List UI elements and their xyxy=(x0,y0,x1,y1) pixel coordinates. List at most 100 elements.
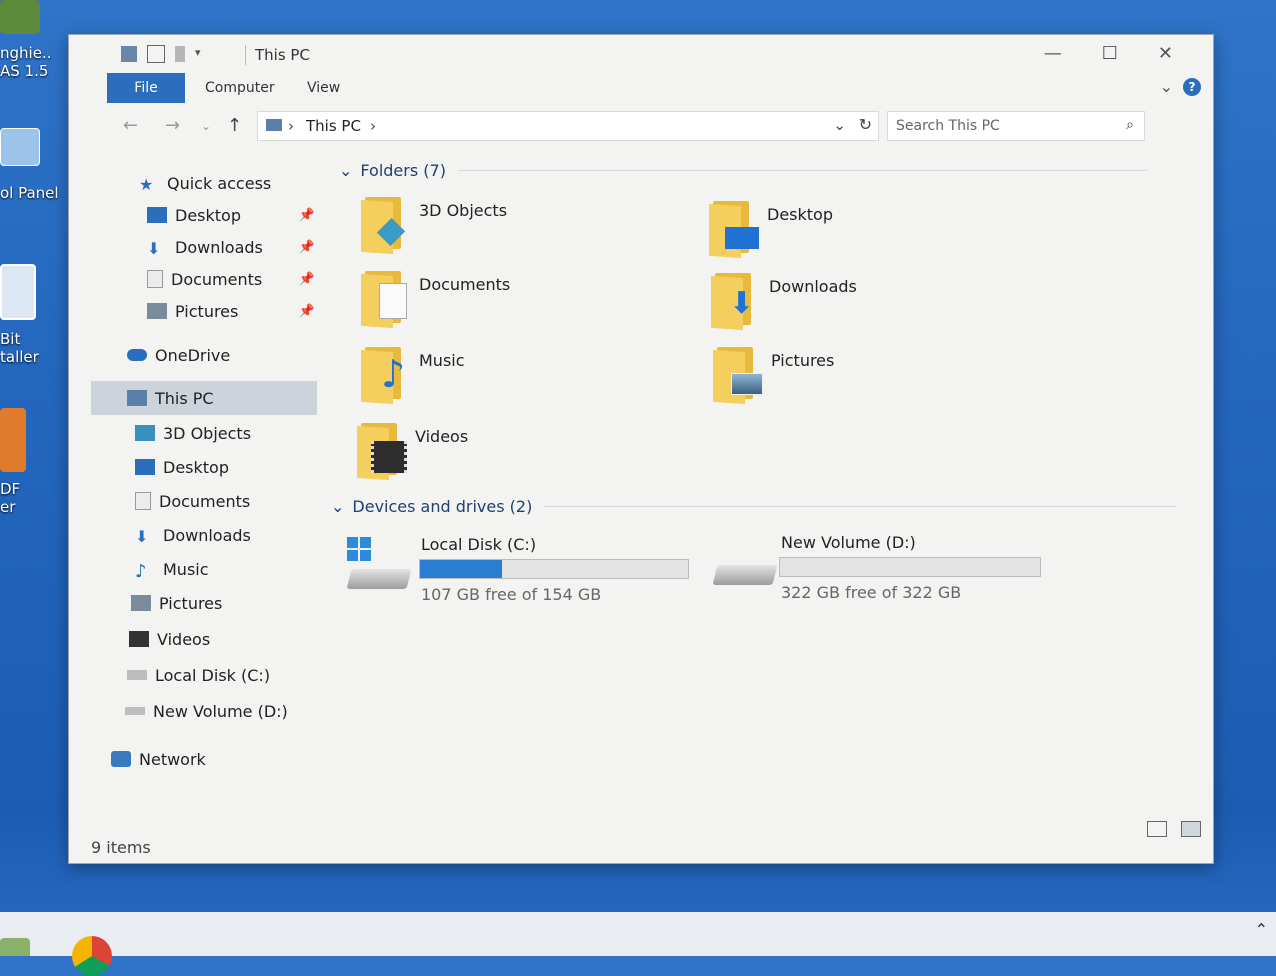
status-item-count: 9 items xyxy=(91,838,151,857)
pdf-app-icon[interactable] xyxy=(0,408,26,472)
nav-quick-documents[interactable]: Documents 📌 xyxy=(147,265,317,293)
folder-tile[interactable]: Videos xyxy=(357,421,468,481)
view-toggle xyxy=(1147,821,1201,837)
chevron-down-icon[interactable]: ⌄ xyxy=(339,161,352,180)
nav-this-pc[interactable]: This PC xyxy=(91,381,317,415)
properties-icon[interactable] xyxy=(147,45,165,63)
desktop-app-icon[interactable] xyxy=(0,0,40,34)
chevron-down-icon[interactable]: ⌄ xyxy=(833,116,846,134)
start-app-icon[interactable] xyxy=(0,938,30,956)
content-pane: ⌄ Folders (7) 3D Objects Desktop Documen… xyxy=(327,151,1213,827)
hard-drive-icon xyxy=(346,569,412,589)
ribbon: File Computer View ⌄ ? xyxy=(107,73,1213,103)
chevron-right-icon[interactable]: › xyxy=(288,117,294,135)
divider xyxy=(544,506,1177,507)
folder-tile[interactable]: Desktop xyxy=(709,199,833,259)
nav-pc-pictures[interactable]: Pictures xyxy=(131,589,222,617)
refresh-icon[interactable]: ↻ xyxy=(859,115,872,134)
folder-3d-objects-icon xyxy=(361,195,409,255)
cloud-icon xyxy=(127,349,147,361)
title-separator xyxy=(245,45,246,65)
chevron-down-icon[interactable]: ⌄ xyxy=(331,497,344,516)
nav-pc-3d-objects[interactable]: 3D Objects xyxy=(135,419,251,447)
drive-usage-bar xyxy=(419,559,689,579)
document-icon xyxy=(135,492,151,510)
quick-access-toolbar: ▾ xyxy=(121,45,207,63)
nav-quick-access[interactable]: ★ Quick access xyxy=(139,169,271,197)
desktop-icon xyxy=(147,207,167,223)
search-input[interactable]: Search This PC ⌕ xyxy=(887,111,1145,141)
tab-view[interactable]: View xyxy=(307,73,340,103)
drive-icon xyxy=(127,670,147,680)
nav-pc-documents[interactable]: Documents xyxy=(135,487,250,515)
drive-tile[interactable]: New Volume (D:) 322 GB free of 322 GB xyxy=(707,527,1087,607)
large-icons-view-icon[interactable] xyxy=(1181,821,1201,837)
address-bar[interactable]: › This PC › ⌄ ↻ xyxy=(257,111,879,141)
chevron-right-icon[interactable]: › xyxy=(370,117,376,135)
drive-tile[interactable]: Local Disk (C:) 107 GB free of 154 GB xyxy=(341,529,701,609)
desktop-icon-label[interactable]: ol Panel xyxy=(0,184,59,202)
customize-dropdown-icon[interactable]: ▾ xyxy=(195,46,207,62)
folder-tile[interactable]: Documents xyxy=(361,269,510,329)
folder-tile[interactable]: ⬇ Downloads xyxy=(711,271,857,331)
up-arrow-icon[interactable]: ↑ xyxy=(227,115,242,136)
nav-quick-desktop[interactable]: Desktop 📌 xyxy=(147,201,317,229)
folder-music-icon: ♪ xyxy=(361,345,409,405)
this-pc-icon xyxy=(121,46,137,62)
close-icon[interactable]: ✕ xyxy=(1158,43,1173,64)
drive-name: New Volume (D:) xyxy=(781,533,916,552)
new-folder-icon[interactable] xyxy=(175,46,185,62)
breadcrumb[interactable]: This PC xyxy=(306,117,361,135)
nav-quick-pictures[interactable]: Pictures 📌 xyxy=(147,297,317,325)
drive-icon xyxy=(125,707,145,715)
nav-pc-new-volume[interactable]: New Volume (D:) xyxy=(125,697,288,725)
maximize-icon[interactable]: ☐ xyxy=(1102,43,1118,64)
folder-downloads-icon: ⬇ xyxy=(711,271,759,331)
windows-logo-icon xyxy=(347,537,371,561)
minimize-icon[interactable]: — xyxy=(1044,43,1062,64)
pin-icon[interactable]: 📌 xyxy=(299,304,315,319)
pin-icon[interactable]: 📌 xyxy=(299,272,315,287)
folder-videos-icon xyxy=(357,421,407,481)
this-pc-icon xyxy=(127,390,147,406)
recent-locations-icon[interactable]: ⌄ xyxy=(201,119,211,133)
nav-pc-videos[interactable]: Videos xyxy=(129,625,210,653)
tab-computer[interactable]: Computer xyxy=(205,73,275,103)
back-arrow-icon[interactable]: ← xyxy=(123,115,138,136)
forward-arrow-icon[interactable]: → xyxy=(165,115,180,136)
expand-ribbon-icon[interactable]: ⌄ xyxy=(1160,77,1173,96)
cube-icon xyxy=(135,425,155,441)
pin-icon[interactable]: 📌 xyxy=(299,240,315,255)
nav-pc-local-disk[interactable]: Local Disk (C:) xyxy=(127,661,270,689)
search-icon[interactable]: ⌕ xyxy=(1126,117,1134,133)
file-explorer-window: ▾ This PC — ☐ ✕ File Computer View ⌄ ? ←… xyxy=(68,34,1214,864)
window-title: This PC xyxy=(255,46,310,64)
star-icon: ★ xyxy=(139,175,154,194)
window-controls: — ☐ ✕ xyxy=(1044,43,1173,64)
chevron-up-icon[interactable]: ⌃ xyxy=(1255,920,1268,939)
folder-tile[interactable]: Pictures xyxy=(713,345,834,405)
drives-group-header[interactable]: ⌄ Devices and drives (2) xyxy=(331,497,1177,516)
details-view-icon[interactable] xyxy=(1147,821,1167,837)
chrome-icon[interactable] xyxy=(72,936,112,976)
folder-tile[interactable]: ♪ Music xyxy=(361,345,465,405)
nav-network[interactable]: Network xyxy=(111,745,206,773)
document-icon xyxy=(147,270,163,288)
desktop-icon-label[interactable]: nghie.. AS 1.5 xyxy=(0,44,51,80)
nav-onedrive[interactable]: OneDrive xyxy=(127,341,230,369)
nav-pc-desktop[interactable]: Desktop xyxy=(135,453,229,481)
control-panel-icon[interactable] xyxy=(0,128,40,166)
tab-file[interactable]: File xyxy=(107,73,185,103)
nav-pc-music[interactable]: ♪ Music xyxy=(135,555,209,583)
desktop-icon-label[interactable]: DF er xyxy=(0,480,20,516)
folder-pictures-icon xyxy=(713,345,763,405)
pin-icon[interactable]: 📌 xyxy=(299,208,315,223)
folders-group-header[interactable]: ⌄ Folders (7) xyxy=(339,161,1147,180)
recycle-bin-icon[interactable] xyxy=(0,264,36,320)
desktop-icon-label[interactable]: Bit taller xyxy=(0,330,39,366)
navigation-pane: ★ Quick access Desktop 📌 ⬇ Downloads 📌 D… xyxy=(91,151,317,827)
nav-pc-downloads[interactable]: ⬇ Downloads xyxy=(135,521,251,549)
help-icon[interactable]: ? xyxy=(1183,77,1201,96)
nav-quick-downloads[interactable]: ⬇ Downloads 📌 xyxy=(147,233,317,261)
folder-tile[interactable]: 3D Objects xyxy=(361,195,507,255)
